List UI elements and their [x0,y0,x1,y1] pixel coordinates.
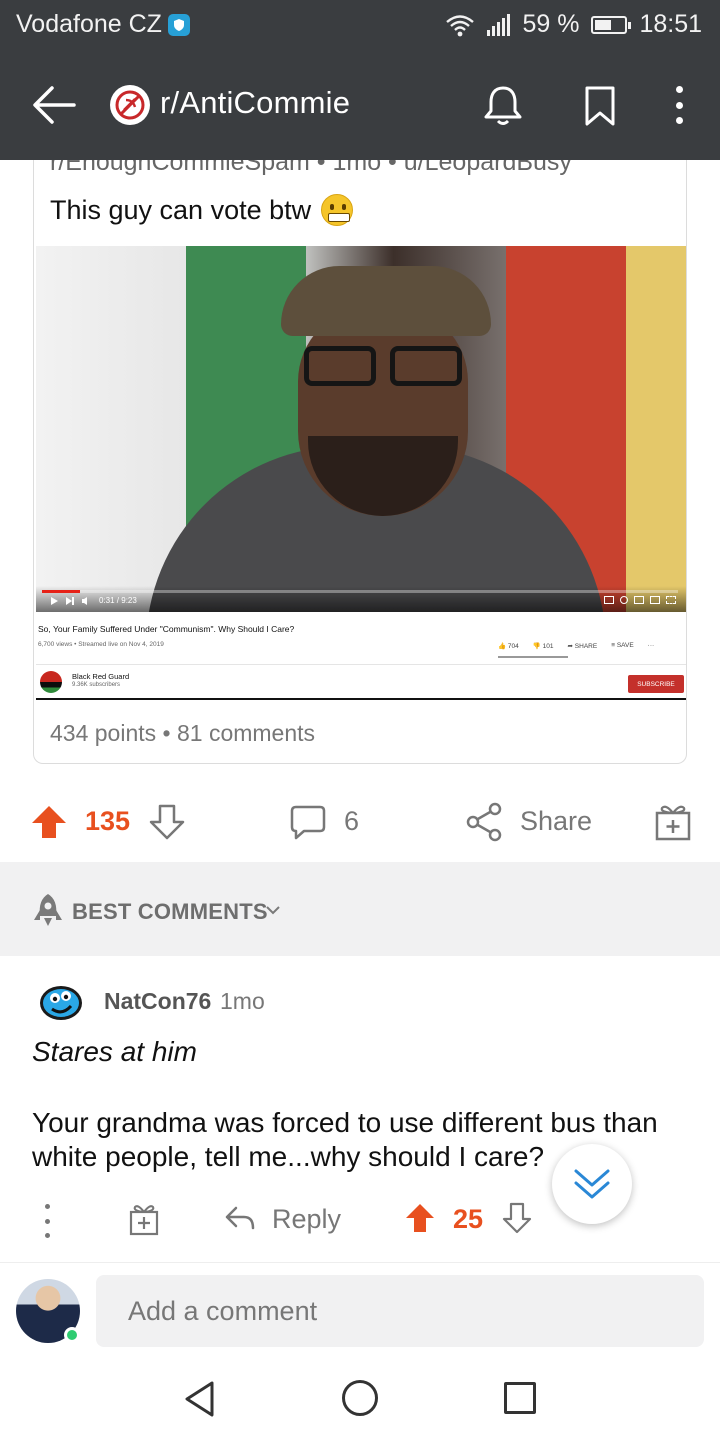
comment-more-button[interactable] [40,1204,54,1238]
captions-icon [604,596,614,604]
clock: 18:51 [639,10,702,38]
more-vertical-icon [44,1204,50,1209]
volume-icon [82,596,87,605]
video-dislikes: 👎 101 [532,643,554,650]
double-chevron-down-icon [574,1169,610,1199]
post-title: This guy can vote btw [50,194,354,226]
more-vertical-icon [675,86,683,93]
embedded-video-screenshot[interactable]: 0:31 / 9:23 So, Your Family Suffered Und… [36,246,686,700]
wifi-icon [446,14,475,36]
chevron-down-icon[interactable] [264,902,282,918]
carrier-name: Vodafone CZ [16,10,162,38]
subreddit-icon[interactable] [110,85,150,125]
notifications-button[interactable] [480,82,526,128]
rocket-icon [34,894,62,926]
settings-icon [620,596,628,604]
post-action-bar: 135 6 Share [0,780,720,862]
video-time: 0:31 / 9:23 [99,596,137,605]
grimacing-face-emoji-icon [321,194,354,226]
compose-bar: Add a comment [0,1262,720,1360]
downvote-icon[interactable] [148,804,186,840]
more-options-button[interactable] [664,82,694,128]
video-channel-row: Black Red Guard 9.36K subscribers SUBSCR… [36,664,686,700]
nav-home-icon[interactable] [342,1380,378,1416]
comment-count[interactable]: 6 [344,806,359,837]
video-frame[interactable]: 0:31 / 9:23 [36,246,686,612]
channel-avatar [40,671,62,693]
video-progress-track [42,590,678,593]
person-glasses [298,346,468,386]
miniplayer-icon [634,596,644,604]
post-title-text: This guy can vote btw [50,194,312,225]
status-bar: Vodafone CZ 59 % 18:51 [0,0,720,52]
like-ratio-bar [498,656,568,658]
comment-bubble-icon[interactable] [290,804,326,840]
status-icons: 59 % 18:51 [445,10,702,39]
video-progress-fill [42,590,81,593]
comment-age: 1mo [220,988,265,1014]
signal-icon [487,13,511,36]
play-icon [51,596,58,605]
online-status-dot [64,1327,80,1343]
sort-label[interactable]: BEST COMMENTS [72,899,268,925]
back-arrow-icon [33,86,76,124]
skip-next-icon [66,596,74,605]
nav-recents-icon[interactable] [504,1382,536,1414]
comment-downvote-icon[interactable] [502,1202,532,1234]
video-title: So, Your Family Suffered Under "Communis… [38,624,295,634]
video-more-icon: ··· [647,642,655,649]
comment-sort-bar[interactable]: BEST COMMENTS [0,862,720,956]
add-comment-input[interactable]: Add a comment [96,1275,704,1347]
vpn-shield-icon [167,13,190,36]
crosspost-card[interactable]: r/EnoughCommieSpam • 1mo • u/LeopardBusy… [33,160,687,764]
crosspost-stats: 434 points • 81 comments [50,720,316,746]
comment-author[interactable]: NatCon76 [104,988,211,1015]
channel-subscribers: 9.36K subscribers [72,682,121,688]
upvote-icon[interactable] [30,804,68,840]
crosspost-meta[interactable]: r/EnoughCommieSpam • 1mo • u/LeopardBusy [50,160,572,177]
battery-percent: 59 % [522,10,580,38]
video-controls: 0:31 / 9:23 [36,586,686,612]
fullscreen-icon [666,596,676,604]
comment-score: 25 [453,1204,484,1234]
save-post-button[interactable] [582,84,618,128]
share-button[interactable]: Share [520,806,592,837]
give-award-icon[interactable] [128,1202,160,1236]
reply-button[interactable]: Reply [272,1204,341,1235]
video-share: ➦ SHARE [567,643,598,650]
post-score: 135 [85,806,131,836]
video-controls-right [604,596,676,604]
comment-upvote-icon[interactable] [404,1202,436,1234]
theater-icon [650,596,660,604]
subreddit-name[interactable]: r/AntiCommie [160,85,350,121]
video-actions: 👍 704 👎 101 ➦ SHARE ≡ SAVE ··· [498,642,654,650]
battery-icon [591,15,632,34]
share-icon[interactable] [466,802,502,842]
video-meta: 6,700 views • Streamed live on Nov 4, 20… [38,641,164,648]
comment-italic-line: Stares at him [32,1036,197,1067]
bell-icon [484,86,522,125]
reply-arrow-icon[interactable] [224,1204,256,1232]
subscribe-button: SUBSCRIBE [628,675,684,693]
video-controls-left: 0:31 / 9:23 [50,596,137,605]
back-button[interactable] [30,82,80,128]
video-likes: 👍 704 [498,643,519,650]
person-cap [281,266,491,336]
system-nav-bar [0,1360,720,1440]
next-comment-button[interactable] [552,1144,632,1224]
commenter-avatar[interactable] [38,982,84,1022]
give-award-icon[interactable] [654,802,692,842]
video-save: ≡ SAVE [611,642,634,649]
nav-back-icon[interactable] [182,1380,218,1418]
channel-name: Black Red Guard [72,672,130,681]
app-header: r/AntiCommie [0,52,720,160]
flag-stripe-yellow [626,246,686,612]
bookmark-icon [585,86,615,126]
carrier: Vodafone CZ [16,10,190,39]
